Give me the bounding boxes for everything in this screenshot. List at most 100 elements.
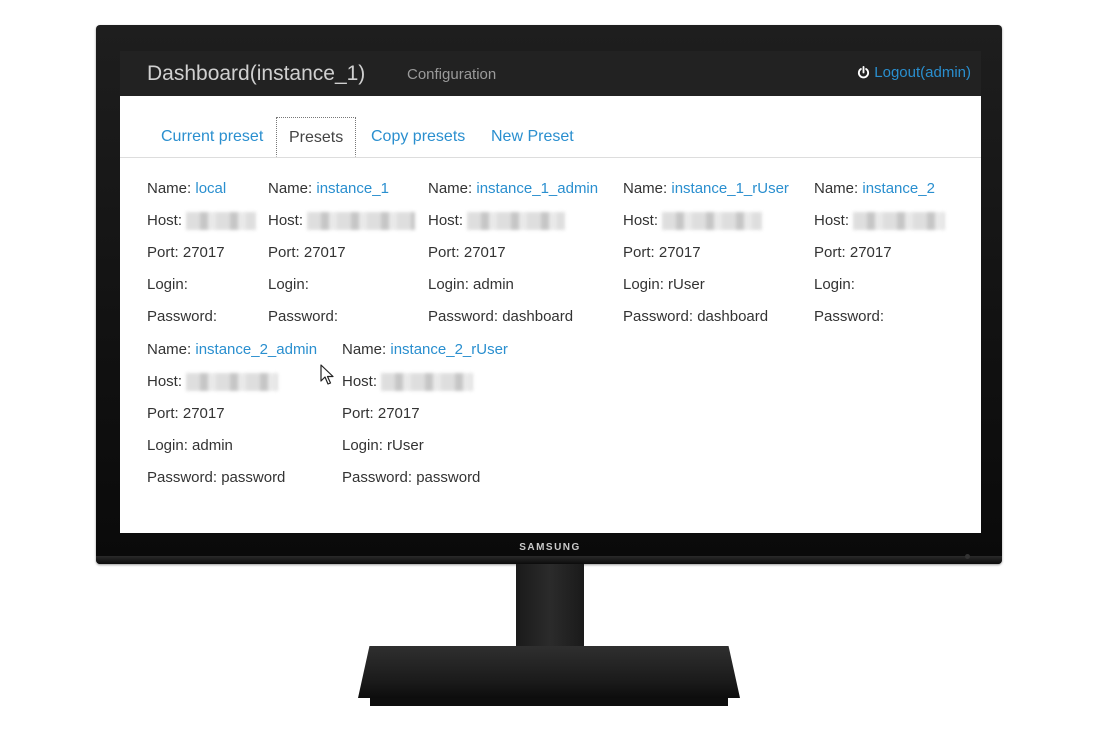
name-label: Name:	[268, 180, 317, 197]
host-label: Host:	[268, 212, 308, 229]
preset-password-row: Password: password	[147, 469, 285, 489]
preset-login-row: Login:	[268, 276, 309, 296]
monitor-stand-foot	[370, 698, 728, 706]
name-label: Name:	[342, 341, 391, 358]
preset-host-row: Host:	[342, 373, 474, 393]
preset-name-row: Name: local	[147, 180, 226, 200]
port-label: Port:	[814, 244, 850, 261]
preset-name-link[interactable]: instance_2_admin	[195, 341, 317, 358]
port-value: 27017	[182, 244, 225, 261]
preset-name-link[interactable]: instance_1_rUser	[671, 180, 789, 197]
login-label: Login:	[147, 276, 188, 293]
password-label: Password:	[623, 308, 698, 325]
preset-host-row: Host:	[268, 212, 416, 232]
host-value-redacted	[307, 212, 416, 231]
name-label: Name:	[623, 180, 672, 197]
login-value: admin	[192, 437, 233, 454]
preset-login-row: Login: rUser	[623, 276, 705, 296]
preset-password-row: Password: dashboard	[428, 308, 573, 328]
preset-port-row: Port: 27017	[147, 244, 225, 264]
host-value-redacted	[467, 212, 566, 231]
preset-name-link[interactable]: local	[195, 180, 226, 197]
screen: Dashboard(instance_1) Configuration Logo…	[120, 51, 981, 533]
preset-password-row: Password:	[147, 308, 217, 328]
port-label: Port:	[147, 405, 183, 422]
preset-name-link[interactable]: instance_2_rUser	[390, 341, 508, 358]
preset-login-row: Login: rUser	[342, 437, 424, 457]
preset-port-row: Port: 27017	[268, 244, 346, 264]
login-value: rUser	[387, 437, 424, 454]
login-label: Login:	[814, 276, 855, 293]
password-value: dashboard	[697, 308, 769, 325]
mouse-pointer-icon	[320, 364, 334, 391]
host-value-redacted	[186, 373, 279, 392]
port-label: Port:	[428, 244, 464, 261]
password-label: Password:	[428, 308, 503, 325]
tab-copy-presets[interactable]: Copy presets	[359, 117, 477, 155]
monitor-stand-base	[358, 646, 740, 698]
port-value: 27017	[463, 244, 506, 261]
monitor-brand: SAMSUNG	[519, 542, 581, 553]
tab-new-preset[interactable]: New Preset	[479, 117, 586, 155]
port-label: Port:	[268, 244, 304, 261]
login-label: Login:	[623, 276, 669, 293]
preset-login-row: Login:	[147, 276, 188, 296]
tab-presets[interactable]: Presets	[276, 117, 357, 157]
login-label: Login:	[428, 276, 474, 293]
preset-port-row: Port: 27017	[342, 405, 420, 425]
preset-name-row: Name: instance_1_admin	[428, 180, 598, 200]
monitor-power-indicator	[965, 554, 970, 559]
preset-password-row: Password:	[814, 308, 884, 328]
preset-tabs: Current preset Presets Copy presets New …	[120, 96, 981, 158]
preset-name-link[interactable]: instance_2	[862, 180, 935, 197]
password-value: password	[416, 469, 481, 486]
preset-host-row: Host:	[428, 212, 566, 232]
host-label: Host:	[342, 373, 382, 390]
port-label: Port:	[623, 244, 659, 261]
host-value-redacted	[662, 212, 763, 231]
preset-login-row: Login: admin	[147, 437, 233, 457]
preset-port-row: Port: 27017	[428, 244, 506, 264]
port-value: 27017	[658, 244, 701, 261]
preset-login-row: Login:	[814, 276, 855, 296]
preset-host-row: Host:	[623, 212, 763, 232]
preset-name-row: Name: instance_2	[814, 180, 935, 200]
monitor-stand-neck	[516, 564, 584, 650]
preset-name-row: Name: instance_2_rUser	[342, 341, 508, 361]
password-value: dashboard	[502, 308, 574, 325]
host-label: Host:	[623, 212, 663, 229]
preset-name-row: Name: instance_1	[268, 180, 389, 200]
host-label: Host:	[147, 373, 187, 390]
host-label: Host:	[814, 212, 854, 229]
nav-configuration[interactable]: Configuration	[407, 66, 496, 83]
host-label: Host:	[147, 212, 187, 229]
port-value: 27017	[182, 405, 225, 422]
password-value: password	[221, 469, 286, 486]
logout-label: Logout(admin)	[874, 64, 971, 81]
port-value: 27017	[377, 405, 420, 422]
port-label: Port:	[147, 244, 183, 261]
preset-name-link[interactable]: instance_1_admin	[476, 180, 598, 197]
host-value-redacted	[381, 373, 474, 392]
name-label: Name:	[147, 341, 196, 358]
navbar: Dashboard(instance_1) Configuration Logo…	[120, 51, 981, 96]
preset-port-row: Port: 27017	[814, 244, 892, 264]
preset-name-link[interactable]: instance_1	[316, 180, 389, 197]
navbar-brand[interactable]: Dashboard(instance_1)	[147, 62, 365, 86]
host-value-redacted	[853, 212, 946, 231]
port-value: 27017	[303, 244, 346, 261]
name-label: Name:	[147, 180, 196, 197]
preset-name-row: Name: instance_1_rUser	[623, 180, 789, 200]
host-value-redacted	[186, 212, 257, 231]
preset-port-row: Port: 27017	[623, 244, 701, 264]
name-label: Name:	[428, 180, 477, 197]
monitor-bezel-edge	[96, 556, 1002, 564]
preset-password-row: Password: password	[342, 469, 480, 489]
logout-link[interactable]: Logout(admin)	[857, 64, 971, 81]
password-label: Password:	[342, 469, 417, 486]
preset-login-row: Login: admin	[428, 276, 514, 296]
tab-current-preset[interactable]: Current preset	[149, 117, 275, 155]
name-label: Name:	[814, 180, 863, 197]
preset-host-row: Host:	[814, 212, 946, 232]
password-label: Password:	[147, 308, 218, 325]
